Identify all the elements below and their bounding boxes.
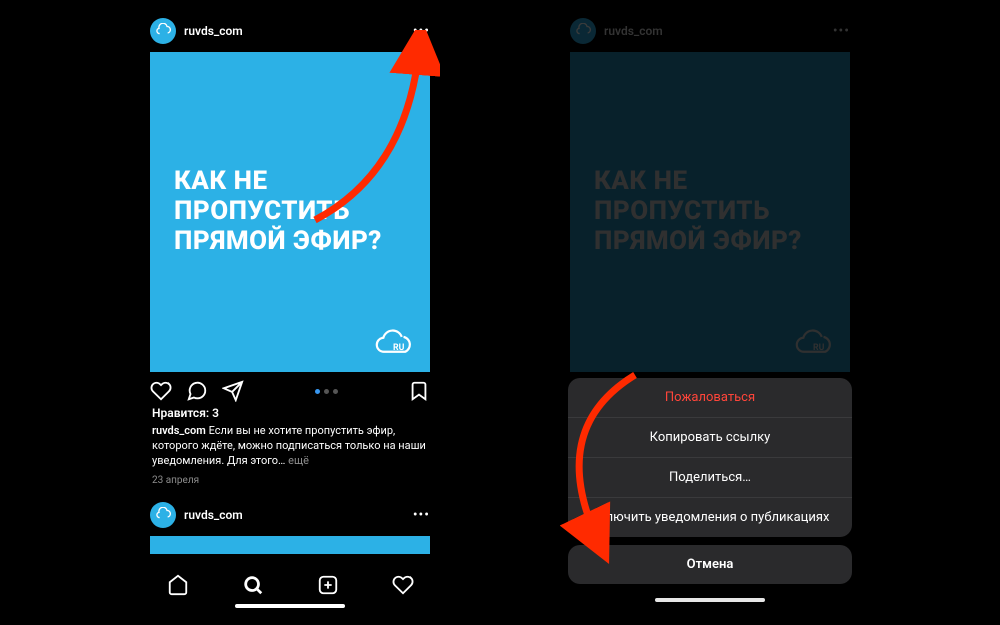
post-date: 23 апреля <box>140 471 440 494</box>
more-icon[interactable]: ••• <box>413 23 430 39</box>
username-label[interactable]: ruvds_com <box>184 508 405 522</box>
bookmark-icon[interactable] <box>408 380 430 402</box>
post-actions <box>140 372 440 404</box>
pager-dot <box>333 389 338 394</box>
next-post-peek: ruvds_com ••• <box>140 496 440 554</box>
post-image[interactable]: КАК НЕ ПРОПУСТИТЬ ПРЯМОЙ ЭФИР? RU <box>150 52 430 372</box>
home-icon[interactable] <box>167 574 189 596</box>
sheet-item-report[interactable]: Пожаловаться <box>568 378 852 418</box>
action-sheet-group: Пожаловаться Копировать ссылку Поделитьс… <box>568 378 852 537</box>
caption-username: ruvds_com <box>152 424 206 437</box>
post-image[interactable] <box>150 536 430 554</box>
more-icon[interactable]: ••• <box>413 507 430 523</box>
avatar[interactable] <box>150 18 176 44</box>
heart-icon[interactable] <box>150 380 172 402</box>
tab-bar <box>140 566 440 598</box>
home-indicator <box>655 598 765 602</box>
sheet-cancel-button[interactable]: Отмена <box>568 545 852 584</box>
svg-text:RU: RU <box>393 343 405 353</box>
phone-screenshot-left: ruvds_com ••• КАК НЕ ПРОПУСТИТЬ ПРЯМОЙ Э… <box>140 12 440 612</box>
home-indicator <box>235 604 345 608</box>
comment-icon[interactable] <box>186 380 208 402</box>
caption-more[interactable]: ещё <box>288 454 309 467</box>
action-sheet: Пожаловаться Копировать ссылку Поделитьс… <box>568 378 852 606</box>
sheet-item-share[interactable]: Поделиться… <box>568 458 852 498</box>
search-icon[interactable] <box>242 574 264 596</box>
post-image-title: КАК НЕ ПРОПУСТИТЬ ПРЯМОЙ ЭФИР? <box>174 167 406 257</box>
ruvds-logo-icon: RU <box>372 328 414 358</box>
post-header: ruvds_com ••• <box>140 12 440 52</box>
sheet-item-enable-notifications[interactable]: Включить уведомления о публикациях <box>568 498 852 537</box>
sheet-item-copy-link[interactable]: Копировать ссылку <box>568 418 852 458</box>
pager-dot <box>324 389 329 394</box>
likes-count[interactable]: Нравится: 3 <box>140 404 440 422</box>
phone-screenshot-right: ruvds_com ••• КАК НЕ ПРОПУСТИТЬ ПРЯМОЙ Э… <box>560 12 860 612</box>
avatar[interactable] <box>150 502 176 528</box>
add-icon[interactable] <box>317 574 339 596</box>
username-label[interactable]: ruvds_com <box>184 24 405 38</box>
carousel-pager <box>315 389 338 394</box>
post-caption[interactable]: ruvds_com Если вы не хотите пропустить э… <box>140 422 440 471</box>
pager-dot <box>315 389 320 394</box>
activity-icon[interactable] <box>392 574 414 596</box>
send-icon[interactable] <box>222 380 244 402</box>
